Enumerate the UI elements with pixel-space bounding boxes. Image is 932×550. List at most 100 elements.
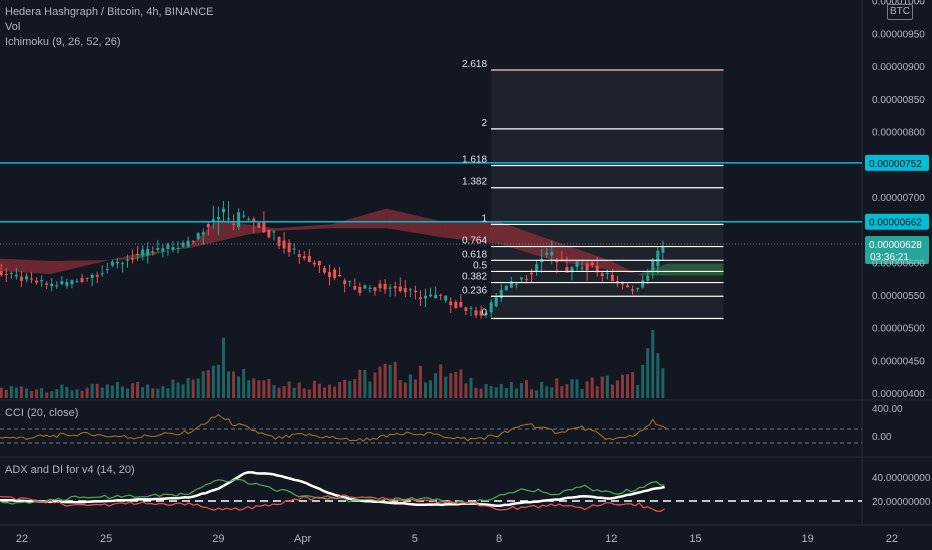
volume-bar: [201, 371, 205, 398]
volume-bar: [0, 387, 3, 398]
candle-body: [368, 287, 372, 289]
volume-bar: [570, 379, 574, 398]
candle-body: [242, 215, 246, 217]
volume-bar: [151, 388, 155, 398]
candle-body: [216, 217, 220, 220]
candle-body: [388, 287, 392, 289]
candle-body: [403, 288, 407, 293]
candle-body: [0, 271, 3, 276]
volume-bar: [110, 385, 114, 398]
adx-legend[interactable]: ADX and DI for v4 (14, 20): [5, 463, 135, 478]
volume-bar: [338, 381, 342, 398]
volume-bar: [95, 383, 99, 398]
price-axis-label: 0.00000850: [872, 95, 925, 106]
volume-bar: [636, 384, 640, 398]
volume-bar: [479, 388, 483, 398]
volume-bar: [307, 389, 311, 398]
time-axis-label: 29: [212, 533, 224, 545]
candle-body: [60, 281, 64, 285]
volume-bar: [176, 382, 180, 398]
time-axis-label: 22: [16, 533, 28, 545]
price-axis-label: 0.00000600: [872, 258, 925, 269]
candle-body: [317, 260, 321, 266]
volume-bar: [429, 380, 433, 398]
volume-bar: [439, 364, 443, 398]
candle-body: [227, 218, 231, 220]
cci-line: [0, 413, 667, 442]
volume-bar: [398, 379, 402, 398]
candle-body: [176, 247, 180, 249]
candle-body: [272, 231, 276, 233]
main-legend: Hedera Hashgraph / Bitcoin, 4h, BINANCE …: [5, 5, 214, 50]
volume-bar: [600, 376, 604, 398]
volume-bar: [50, 391, 54, 398]
volume-bar: [156, 388, 160, 398]
price-axis-label: 0.00000400: [872, 389, 925, 400]
fib-level-label: 0.5: [473, 260, 487, 271]
volume-bar: [484, 384, 488, 398]
volume-bar: [388, 364, 392, 398]
candle-body: [373, 287, 377, 291]
candle-body: [30, 278, 34, 280]
volume-bar: [545, 386, 549, 398]
volume-bar: [631, 372, 635, 398]
last-price-label: 0.00000628: [869, 240, 922, 251]
volume-bar: [464, 383, 468, 398]
volume-bar: [595, 386, 599, 398]
indicator-ichimoku-label[interactable]: Ichimoku (9, 26, 52, 26): [5, 35, 214, 50]
candle-body: [449, 301, 453, 305]
volume-bar: [626, 374, 630, 398]
candle-body: [14, 275, 18, 277]
volume-bar: [30, 391, 34, 398]
volume-bar: [363, 369, 367, 398]
indicator-vol-label[interactable]: Vol: [5, 20, 214, 35]
volume-bar: [40, 388, 44, 398]
candle-body: [292, 248, 296, 250]
candle-body: [85, 277, 89, 279]
candle-body: [610, 274, 614, 282]
volume-bar: [661, 368, 665, 398]
candle-body: [35, 280, 39, 283]
volume-bar: [105, 384, 109, 398]
currency-badge[interactable]: BTC: [887, 4, 913, 20]
volume-bar: [454, 371, 458, 398]
chart-canvas[interactable]: 0.000007520.000006620.0000062803:36:212.…: [0, 0, 932, 550]
candle-body: [530, 272, 534, 275]
volume-bar: [35, 389, 39, 398]
fib-level-label: 0.618: [462, 249, 487, 260]
candle-body: [408, 289, 412, 291]
time-axis-label: 12: [605, 533, 617, 545]
volume-bar: [469, 377, 473, 398]
candle-body: [65, 281, 69, 286]
candle-body: [166, 244, 170, 249]
candle-body: [277, 237, 281, 246]
cci-legend[interactable]: CCI (20, close): [5, 406, 78, 421]
candle-body: [590, 262, 594, 266]
volume-bar: [651, 330, 655, 398]
volume-bar: [418, 365, 422, 398]
candle-body: [40, 280, 44, 282]
candle-body: [378, 283, 382, 289]
candle-body: [600, 273, 604, 276]
candle-body: [641, 280, 645, 288]
volume-bar: [161, 386, 165, 398]
candle-body: [131, 258, 135, 260]
fibonacci-background: [491, 70, 724, 319]
candle-body: [201, 232, 205, 235]
volume-bar: [499, 383, 503, 398]
candle-body: [363, 285, 367, 289]
volume-bar: [237, 376, 241, 398]
candle-body: [429, 294, 433, 297]
chart-title: Hedera Hashgraph / Bitcoin, 4h, BINANCE: [5, 6, 214, 18]
candle-body: [459, 302, 463, 307]
volume-bar: [115, 382, 119, 398]
price-tag-label: 0.00000752: [869, 159, 922, 170]
candle-body: [95, 275, 99, 277]
candle-body: [221, 208, 225, 213]
volume-bar: [262, 380, 266, 398]
time-axis-label: Apr: [294, 533, 311, 545]
candle-body: [297, 254, 301, 257]
ichimoku-cloud-segment: [330, 208, 387, 229]
candle-body: [191, 241, 195, 243]
candle-body: [464, 307, 468, 311]
